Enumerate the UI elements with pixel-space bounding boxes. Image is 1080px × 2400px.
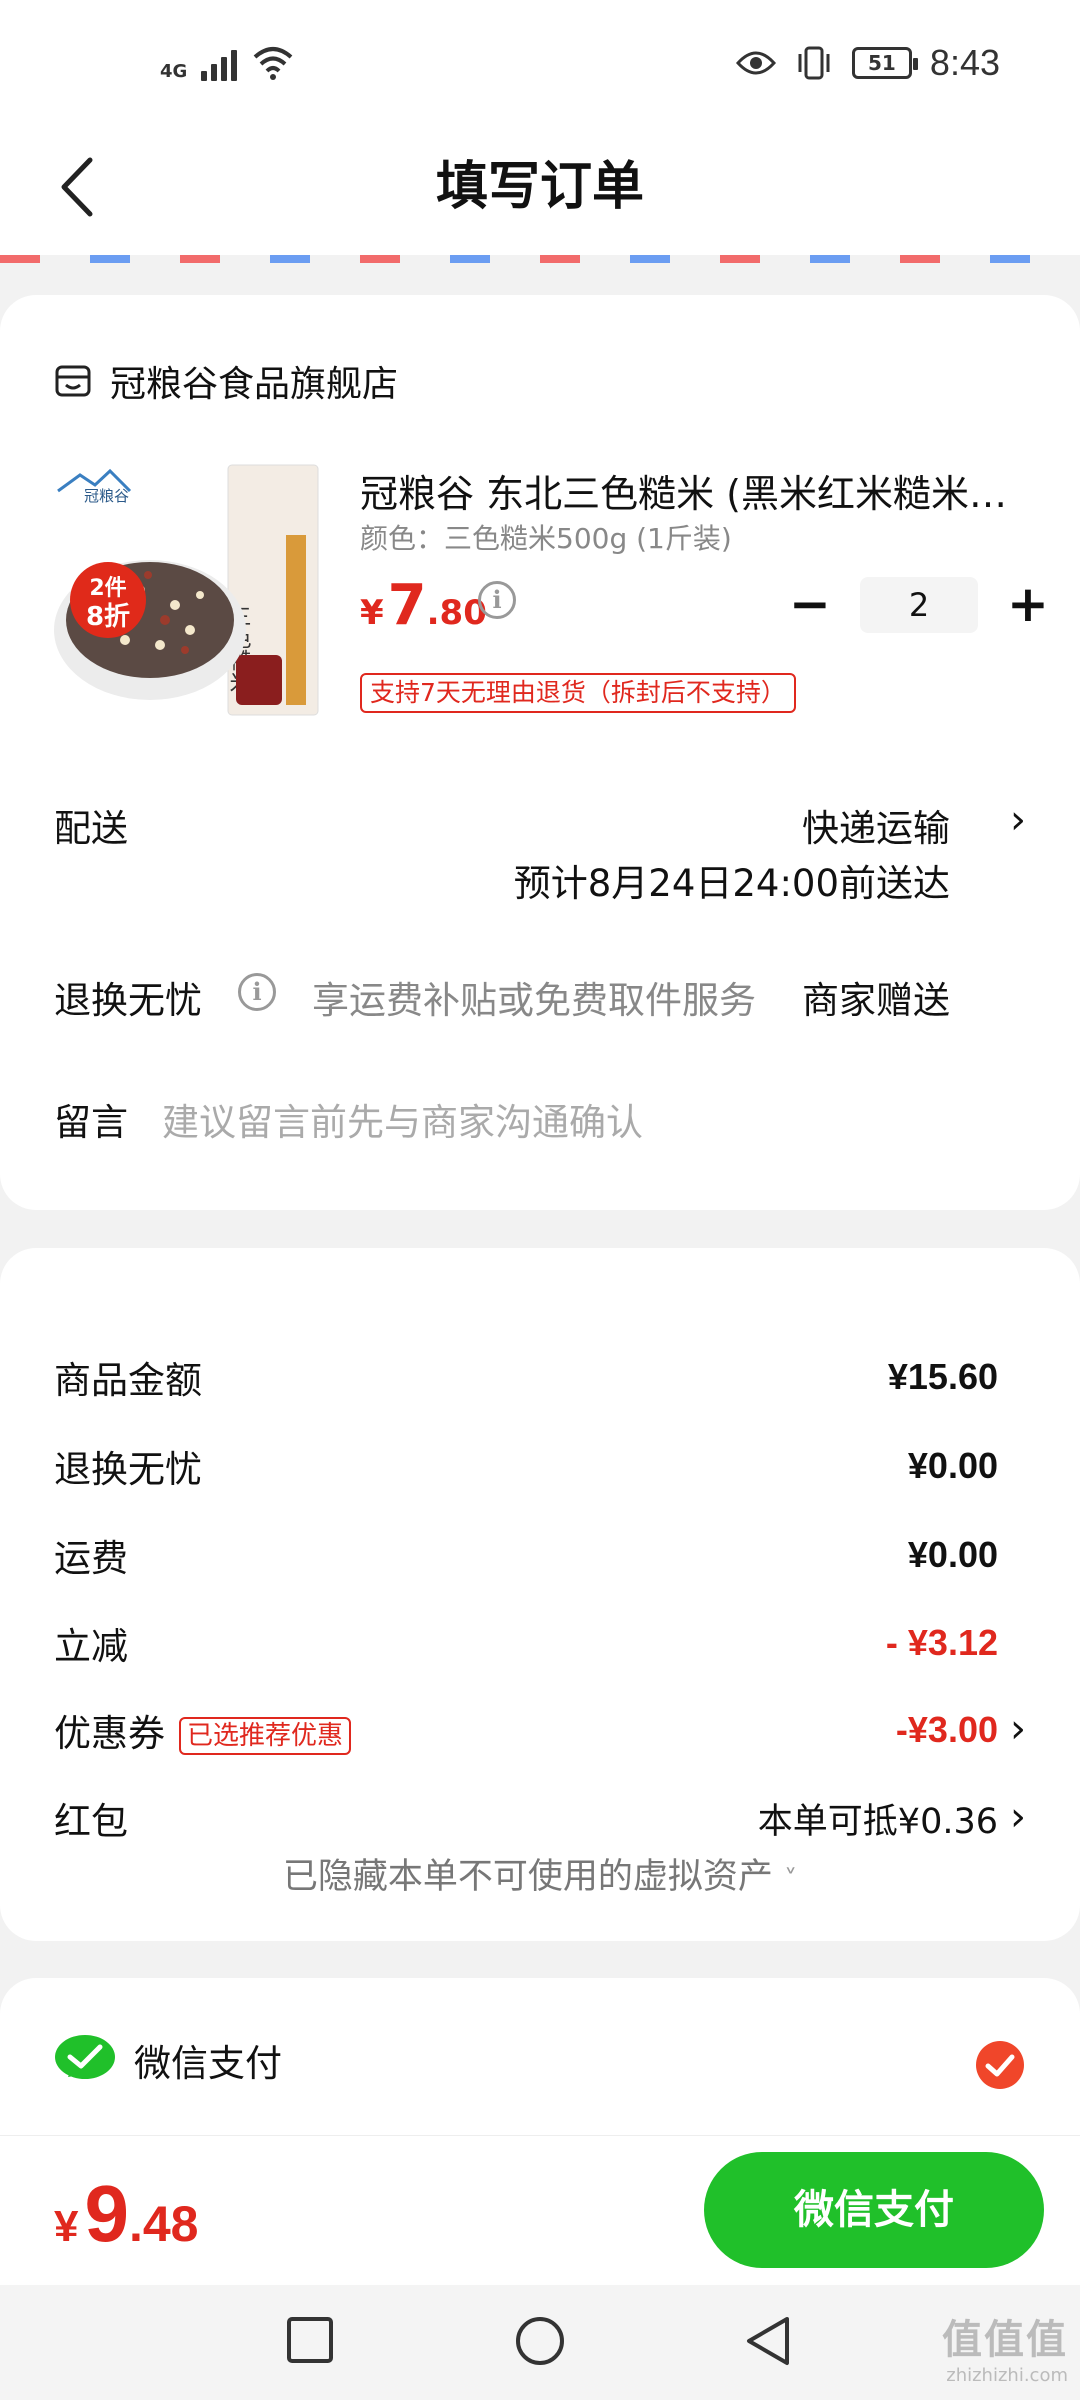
badge-top-text: 2件 — [89, 576, 126, 601]
redpacket-label: 红包 — [54, 1800, 128, 1843]
decrease-button[interactable]: − — [780, 577, 840, 633]
shop-row[interactable]: 冠粮谷食品旗舰店 — [54, 355, 398, 407]
delivery-eta: 预计8月24日24:00前送达 — [513, 862, 950, 905]
page-title: 填写订单 — [435, 157, 644, 217]
discount-value: - ¥3.12 — [885, 1622, 998, 1663]
goods-amount-row: 商品金额 ¥15.60 — [54, 1347, 998, 1407]
chevron-right-icon[interactable]: › — [1010, 1797, 1026, 1837]
redpacket-row[interactable]: 红包 本单可抵¥0.36 — [54, 1788, 998, 1848]
status-right: 51 8:43 — [735, 42, 1000, 84]
delivery-label: 配送 — [54, 807, 128, 850]
quantity-value[interactable]: 2 — [860, 577, 978, 633]
payment-method-row[interactable]: 微信支付 — [54, 2033, 282, 2087]
worry-fee-row: 退换无忧 ¥0.00 — [54, 1436, 998, 1496]
return-policy-tag: 支持7天无理由退货（拆封后不支持） — [360, 673, 796, 713]
status-bar: 4G 51 8:43 — [0, 0, 1080, 130]
product-price: ¥ 7 .80 — [360, 573, 487, 638]
goods-amount-value: ¥15.60 — [887, 1356, 998, 1397]
vibrate-icon — [798, 46, 830, 80]
badge-bottom-text: 8折 — [86, 602, 130, 632]
clock: 8:43 — [929, 42, 1000, 83]
total-int: 9 — [84, 2169, 129, 2258]
coupon-row[interactable]: 优惠券 已选推荐优惠 -¥3.00 — [54, 1700, 998, 1760]
watermark-url: zhizhizhi.com — [946, 2365, 1068, 2386]
coupon-value: -¥3.00 — [895, 1709, 998, 1750]
watermark-logo: 值值值 — [942, 2317, 1068, 2363]
worry-free-desc: 享运费补贴或免费取件服务 — [312, 979, 756, 1022]
recent-apps-icon[interactable] — [285, 2315, 335, 2365]
checkout-bar: ¥ 9 .48 微信支付 — [0, 2135, 1080, 2285]
coupon-label: 优惠券 — [54, 1712, 165, 1755]
system-nav-bar: 值值值 zhizhizhi.com — [0, 2285, 1080, 2400]
chevron-right-icon[interactable]: › — [1010, 1709, 1026, 1749]
shipping-row: 运费 ¥0.00 — [54, 1525, 998, 1585]
envelope-border — [0, 255, 1080, 263]
order-card: 冠粮谷食品旗舰店 冠粮谷 三色糙米 2件 8折 冠粮谷 东北三色糙 — [0, 295, 1080, 1210]
selected-check-icon[interactable] — [975, 2040, 1025, 2090]
battery-icon: 51 — [851, 47, 918, 79]
chevron-right-icon[interactable]: › — [1010, 800, 1026, 840]
delivery-method[interactable]: 快递运输 — [802, 798, 950, 852]
worry-free-info-icon[interactable]: i — [238, 973, 276, 1011]
worry-free-label: 退换无忧 — [54, 979, 202, 1022]
shop-name: 冠粮谷食品旗舰店 — [110, 364, 399, 405]
wechat-pay-icon — [55, 2035, 115, 2079]
coupon-tag: 已选推荐优惠 — [179, 1716, 352, 1755]
price-info-icon[interactable]: i — [478, 581, 516, 619]
header: 填写订单 — [0, 130, 1080, 255]
coupon-label-wrap: 优惠券 已选推荐优惠 — [54, 1703, 352, 1757]
message-label: 留言 — [54, 1101, 128, 1144]
shop-icon — [55, 365, 91, 397]
redpacket-value: 本单可抵¥0.36 — [757, 1801, 998, 1842]
product-brand-text: 冠粮谷 — [84, 487, 129, 505]
signal-icon — [201, 45, 238, 81]
worry-fee-label: 退换无忧 — [54, 1448, 202, 1491]
discount-row: 立减 - ¥3.12 — [54, 1613, 998, 1673]
payment-method-label: 微信支付 — [134, 2042, 282, 2085]
eye-icon — [735, 51, 776, 75]
summary-card: 商品金额 ¥15.60 退换无忧 ¥0.00 运费 ¥0.00 立减 - ¥3.… — [0, 1248, 1080, 1941]
goods-amount-label: 商品金额 — [54, 1359, 202, 1402]
worry-fee-value: ¥0.00 — [907, 1445, 998, 1486]
increase-button[interactable]: + — [998, 577, 1058, 633]
discount-label: 立减 — [54, 1625, 128, 1668]
pay-button[interactable]: 微信支付 — [704, 2152, 1044, 2268]
status-left: 4G — [160, 45, 295, 81]
hidden-assets-text: 已隐藏本单不可使用的虚拟资产 — [282, 1857, 773, 1897]
total-currency: ¥ — [54, 2202, 79, 2251]
chevron-down-icon: ˅ — [784, 1865, 798, 1895]
back-nav-icon[interactable] — [743, 2315, 793, 2367]
message-input[interactable]: 建议留言前先与商家沟通确认 — [162, 1092, 643, 1146]
price-int: 7 — [387, 573, 427, 638]
product-image[interactable]: 冠粮谷 三色糙米 2件 8折 — [50, 455, 325, 725]
product-title[interactable]: 冠粮谷 东北三色糙米 (黑米红米糙米… — [360, 463, 1040, 518]
total-dec: .48 — [128, 2196, 199, 2252]
shipping-label: 运费 — [54, 1537, 128, 1580]
home-icon[interactable] — [514, 2315, 566, 2367]
watermark: 值值值 zhizhizhi.com — [942, 2307, 1068, 2386]
wifi-icon — [253, 47, 293, 80]
total-amount: ¥ 9 .48 — [54, 2168, 199, 2260]
price-currency: ¥ — [360, 593, 384, 633]
product-spec: 颜色：三色糙米500g (1斤装) — [360, 522, 732, 555]
shipping-value: ¥0.00 — [907, 1534, 998, 1575]
worry-free-value: 商家赠送 — [802, 979, 950, 1022]
hidden-assets-toggle[interactable]: 已隐藏本单不可使用的虚拟资产 ˅ — [0, 1848, 1080, 1899]
quantity-stepper: − 2 + — [780, 577, 1058, 633]
battery-level: 51 — [868, 51, 896, 75]
network-type: 4G — [160, 61, 188, 82]
